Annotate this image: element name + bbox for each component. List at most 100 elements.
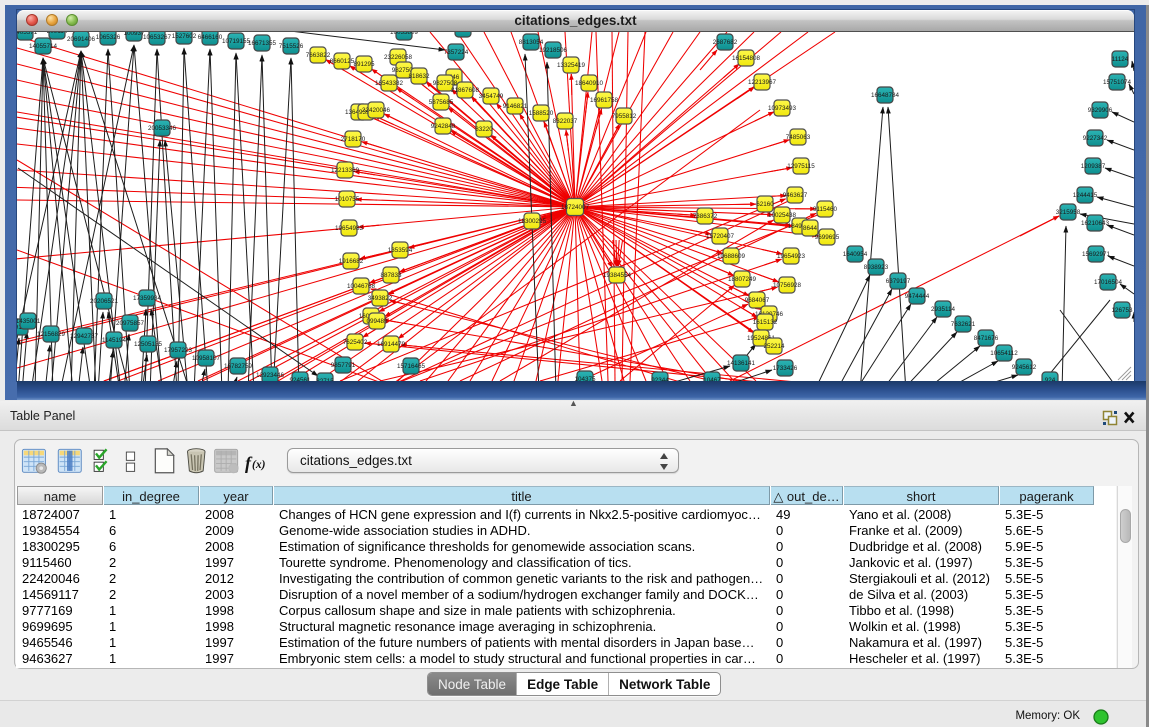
svg-text:9227342: 9227342 — [1083, 135, 1108, 142]
svg-text:18724007: 18724007 — [561, 204, 590, 211]
svg-text:10958107: 10958107 — [192, 355, 221, 362]
svg-text:18640910: 18640910 — [575, 80, 604, 87]
svg-text:1209387: 1209387 — [1081, 163, 1106, 170]
svg-text:8938923: 8938923 — [864, 264, 889, 271]
svg-text:1010755: 1010755 — [335, 196, 360, 203]
svg-text:7632621: 7632621 — [951, 321, 976, 328]
svg-text:15720407: 15720407 — [706, 233, 735, 240]
svg-text:10653267: 10653267 — [143, 34, 172, 41]
svg-text:18300295: 18300295 — [518, 218, 547, 225]
svg-text:82715: 82715 — [316, 378, 334, 381]
svg-text:3454749: 3454749 — [479, 93, 504, 100]
svg-text:12213369: 12213369 — [331, 167, 360, 174]
svg-text:6379197: 6379197 — [886, 278, 911, 285]
svg-text:1145194: 1145194 — [102, 337, 127, 344]
svg-text:(x): (x) — [252, 459, 266, 471]
svg-text:20206521: 20206521 — [90, 298, 119, 305]
svg-text:8322037: 8322037 — [553, 118, 578, 125]
svg-text:10654112: 10654112 — [990, 350, 1018, 357]
svg-text:10688609: 10688609 — [717, 253, 746, 260]
svg-text:3215958: 3215958 — [1056, 209, 1081, 216]
svg-text:16961758: 16961758 — [590, 97, 619, 104]
svg-text:12942737: 12942737 — [70, 333, 99, 340]
svg-text:8644: 8644 — [803, 225, 818, 232]
svg-text:1353594: 1353594 — [388, 247, 413, 254]
svg-text:1435001: 1435001 — [17, 318, 41, 325]
svg-text:21867608: 21867608 — [451, 87, 480, 94]
svg-text:19218506: 19218506 — [539, 47, 568, 54]
svg-text:13325419: 13325419 — [557, 62, 586, 69]
svg-text:10046768: 10046768 — [347, 283, 376, 290]
svg-text:14136141: 14136141 — [727, 360, 756, 367]
svg-text:10467: 10467 — [703, 377, 721, 381]
svg-text:15751074: 15751074 — [1103, 79, 1132, 86]
svg-text:9699695: 9699695 — [815, 234, 840, 241]
svg-text:2718170: 2718170 — [341, 136, 366, 143]
svg-text:20053346: 20053346 — [148, 125, 177, 132]
svg-text:19384554: 19384554 — [603, 272, 632, 279]
svg-text:1588520: 1588520 — [529, 110, 554, 117]
svg-text:9684067: 9684067 — [745, 297, 770, 304]
svg-text:16782759: 16782759 — [224, 363, 253, 370]
svg-text:16543382: 16543382 — [375, 80, 404, 87]
svg-text:1615132: 1615132 — [753, 319, 778, 326]
svg-text:14055714: 14055714 — [29, 43, 58, 50]
svg-text:92344: 92344 — [651, 377, 669, 381]
svg-text:1640954: 1640954 — [843, 251, 868, 258]
svg-text:126753: 126753 — [1111, 307, 1133, 314]
svg-text:15692971: 15692971 — [1082, 251, 1111, 258]
svg-text:12923446: 12923446 — [256, 372, 285, 379]
svg-text:22420046: 22420046 — [362, 107, 391, 114]
svg-text:20691406: 20691406 — [67, 36, 96, 43]
svg-text:100937: 100937 — [123, 32, 145, 37]
svg-text:7357224: 7357224 — [444, 49, 469, 56]
svg-text:7485063: 7485063 — [786, 134, 811, 141]
svg-text:1244415: 1244415 — [1073, 192, 1098, 199]
svg-text:8813054: 8813054 — [519, 39, 544, 46]
svg-text:9827508: 9827508 — [433, 80, 458, 87]
svg-text:12156829: 12156829 — [37, 331, 66, 338]
svg-text:9474444: 9474444 — [905, 293, 930, 300]
svg-text:881305: 881305 — [452, 32, 474, 33]
svg-text:16671355: 16671355 — [248, 40, 277, 47]
svg-text:6466160: 6466160 — [198, 34, 223, 41]
svg-text:924: 924 — [1045, 377, 1056, 381]
svg-text:12213967: 12213967 — [748, 79, 777, 86]
svg-text:1065326: 1065326 — [96, 34, 121, 41]
svg-text:20975857: 20975857 — [116, 320, 145, 327]
svg-text:10756928: 10756928 — [773, 282, 802, 289]
svg-text:83220: 83220 — [475, 126, 493, 133]
svg-text:924561: 924561 — [289, 377, 311, 381]
svg-text:62160: 62160 — [756, 201, 774, 208]
svg-text:887833: 887833 — [380, 272, 402, 279]
svg-text:19654923: 19654923 — [777, 253, 806, 260]
svg-text:9245612: 9245612 — [1012, 364, 1037, 371]
svg-text:9463627: 9463627 — [783, 192, 808, 199]
svg-text:818632: 818632 — [408, 73, 430, 80]
svg-text:7955812: 7955812 — [612, 113, 637, 120]
svg-text:252214: 252214 — [763, 343, 785, 350]
svg-text:2935114: 2935114 — [931, 306, 956, 313]
svg-text:7515526: 7515526 — [279, 43, 304, 50]
svg-text:9146821: 9146821 — [503, 103, 528, 110]
svg-text:2405571: 2405571 — [17, 32, 38, 36]
svg-text:16154808: 16154808 — [732, 55, 761, 62]
svg-text:8471676: 8471676 — [974, 335, 999, 342]
svg-text:3493822: 3493822 — [368, 295, 393, 302]
svg-text:9329906: 9329906 — [1088, 107, 1113, 114]
svg-text:209114: 209114 — [47, 32, 68, 35]
svg-text:16648784: 16648784 — [871, 92, 900, 99]
svg-text:099489: 099489 — [366, 318, 388, 325]
svg-text:7663822: 7663822 — [306, 52, 331, 59]
svg-text:16914479: 16914479 — [377, 341, 406, 348]
svg-text:17957223: 17957223 — [164, 347, 193, 354]
svg-text:104375: 104375 — [574, 376, 596, 381]
svg-text:19654983: 19654983 — [335, 225, 364, 232]
svg-text:9115460: 9115460 — [813, 206, 838, 213]
svg-text:1916682: 1916682 — [339, 258, 364, 265]
svg-text:12975115: 12975115 — [787, 163, 815, 170]
svg-text:7386372: 7386372 — [693, 213, 718, 220]
svg-text:16033809: 16033809 — [390, 32, 419, 36]
svg-text:10025438: 10025438 — [768, 212, 797, 219]
svg-text:15716465: 15716465 — [397, 363, 426, 370]
